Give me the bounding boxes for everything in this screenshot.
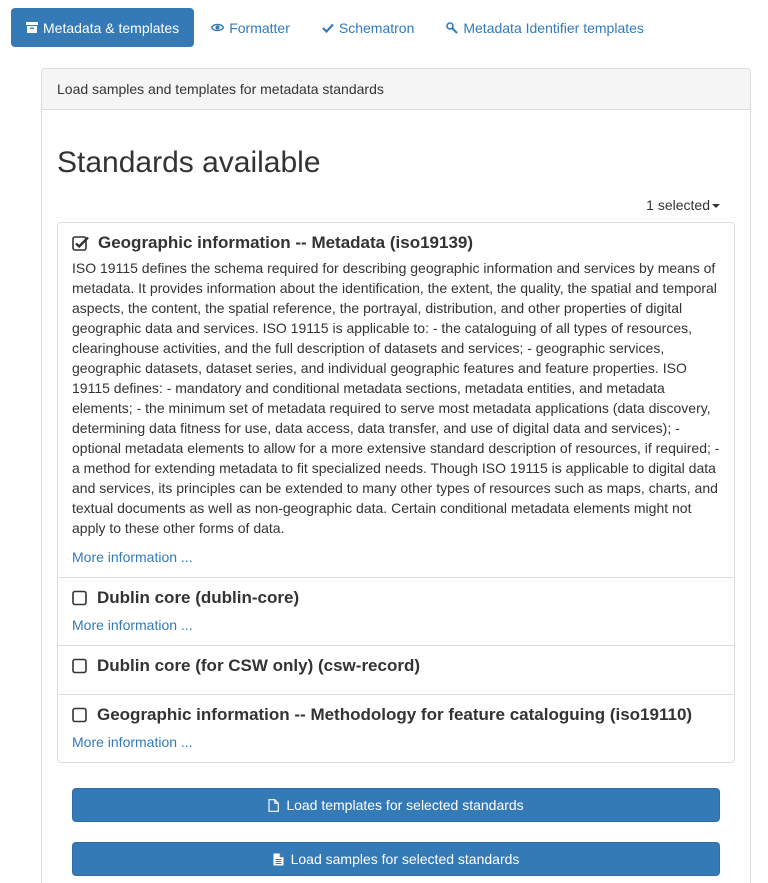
standards-panel: Load samples and templates for metadata … — [41, 68, 751, 883]
standard-item-dublin-core: Dublin core (dublin-core) More informati… — [58, 578, 734, 646]
selected-dropdown[interactable]: 1 selected — [646, 197, 720, 213]
checked-checkbox-icon[interactable] — [72, 235, 90, 251]
standard-title-row[interactable]: Geographic information -- Methodology fo… — [72, 704, 720, 726]
tab-label: Schematron — [338, 19, 415, 36]
standard-title-row[interactable]: Dublin core (dublin-core) — [72, 587, 720, 609]
file-icon — [268, 798, 280, 812]
standard-title-row[interactable]: Dublin core (for CSW only) (csw-record) — [72, 655, 720, 677]
standard-item-iso19110: Geographic information -- Methodology fo… — [58, 695, 734, 762]
standard-title: Geographic information -- Methodology fo… — [97, 705, 693, 724]
button-label: Load samples for selected standards — [290, 851, 520, 867]
caret-down-icon — [712, 204, 720, 208]
tab-label: Formatter — [229, 19, 290, 36]
tab-metadata-identifier-templates[interactable]: Metadata Identifier templates — [431, 8, 659, 47]
standard-title: Dublin core (dublin-core) — [97, 588, 300, 607]
standards-list: Geographic information -- Metadata (iso1… — [57, 222, 735, 763]
standard-item-iso19139: Geographic information -- Metadata (iso1… — [58, 223, 734, 578]
file-text-icon — [273, 853, 284, 866]
tab-metadata-templates[interactable]: Metadata & templates — [11, 8, 195, 47]
more-information-link[interactable]: More information ... — [72, 615, 720, 635]
unchecked-checkbox-icon[interactable] — [72, 658, 89, 674]
selected-count-label: 1 selected — [646, 197, 710, 213]
tab-label: Metadata Identifier templates — [463, 19, 644, 36]
tab-label: Metadata & templates — [43, 19, 180, 36]
wrench-icon — [446, 21, 459, 34]
tab-schematron[interactable]: Schematron — [307, 8, 429, 47]
more-information-link[interactable]: More information ... — [72, 732, 720, 752]
load-templates-button[interactable]: Load templates for selected standards — [72, 788, 720, 822]
standard-item-csw-record: Dublin core (for CSW only) (csw-record) — [58, 646, 734, 695]
unchecked-checkbox-icon[interactable] — [72, 590, 89, 606]
unchecked-checkbox-icon[interactable] — [72, 707, 89, 723]
standard-title: Geographic information -- Metadata (iso1… — [98, 233, 474, 252]
button-label: Load templates for selected standards — [286, 797, 524, 813]
tab-formatter[interactable]: Formatter — [196, 8, 305, 47]
eye-icon — [211, 23, 225, 32]
check-icon — [322, 23, 334, 33]
panel-heading: Load samples and templates for metadata … — [42, 69, 750, 110]
archive-icon — [26, 22, 38, 33]
standard-title: Dublin core (for CSW only) (csw-record) — [97, 656, 421, 675]
top-nav-tabs: Metadata & templates Formatter Schematro… — [11, 8, 661, 47]
page-title: Standards available — [57, 146, 321, 179]
load-samples-button[interactable]: Load samples for selected standards — [72, 842, 720, 876]
more-information-link[interactable]: More information ... — [72, 547, 720, 567]
standard-title-row[interactable]: Geographic information -- Metadata (iso1… — [72, 232, 720, 254]
standard-description: ISO 19115 defines the schema required fo… — [72, 260, 720, 536]
